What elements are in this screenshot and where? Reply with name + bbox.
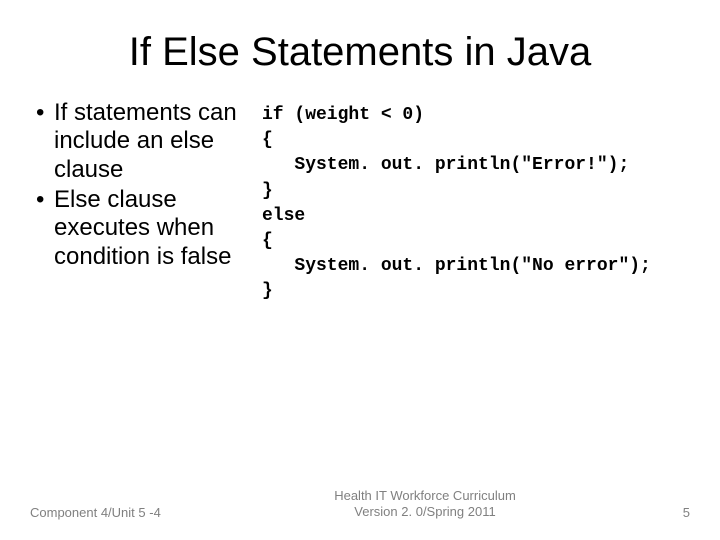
code-line: System. out. println("No error"); — [262, 256, 651, 276]
footer-center-line2: Version 2. 0/Spring 2011 — [200, 504, 650, 520]
code-line: if (weight < 0) — [262, 105, 424, 125]
footer: Component 4/Unit 5 -4 Health IT Workforc… — [0, 488, 720, 521]
slide: If Else Statements in Java If statements… — [0, 0, 720, 540]
list-item: If statements can include an else clause — [34, 99, 254, 184]
footer-center-line1: Health IT Workforce Curriculum — [200, 488, 650, 504]
code-block: if (weight < 0) { System. out. println("… — [262, 103, 651, 305]
code-line: else — [262, 206, 305, 226]
code-line: } — [262, 181, 273, 201]
slide-number: 5 — [650, 505, 690, 520]
code-line: System. out. println("Error!"); — [262, 155, 629, 175]
content-area: If statements can include an else clause… — [30, 99, 690, 305]
code-line: } — [262, 281, 273, 301]
slide-title: If Else Statements in Java — [30, 30, 690, 75]
bullet-text: If statements can include an else clause — [54, 99, 237, 183]
bullet-text: Else clause executes when condition is f… — [54, 186, 231, 270]
bullet-list: If statements can include an else clause… — [34, 99, 254, 273]
footer-center: Health IT Workforce Curriculum Version 2… — [200, 488, 650, 521]
footer-left: Component 4/Unit 5 -4 — [30, 505, 200, 520]
code-line: { — [262, 231, 273, 251]
list-item: Else clause executes when condition is f… — [34, 186, 254, 271]
code-line: { — [262, 130, 273, 150]
